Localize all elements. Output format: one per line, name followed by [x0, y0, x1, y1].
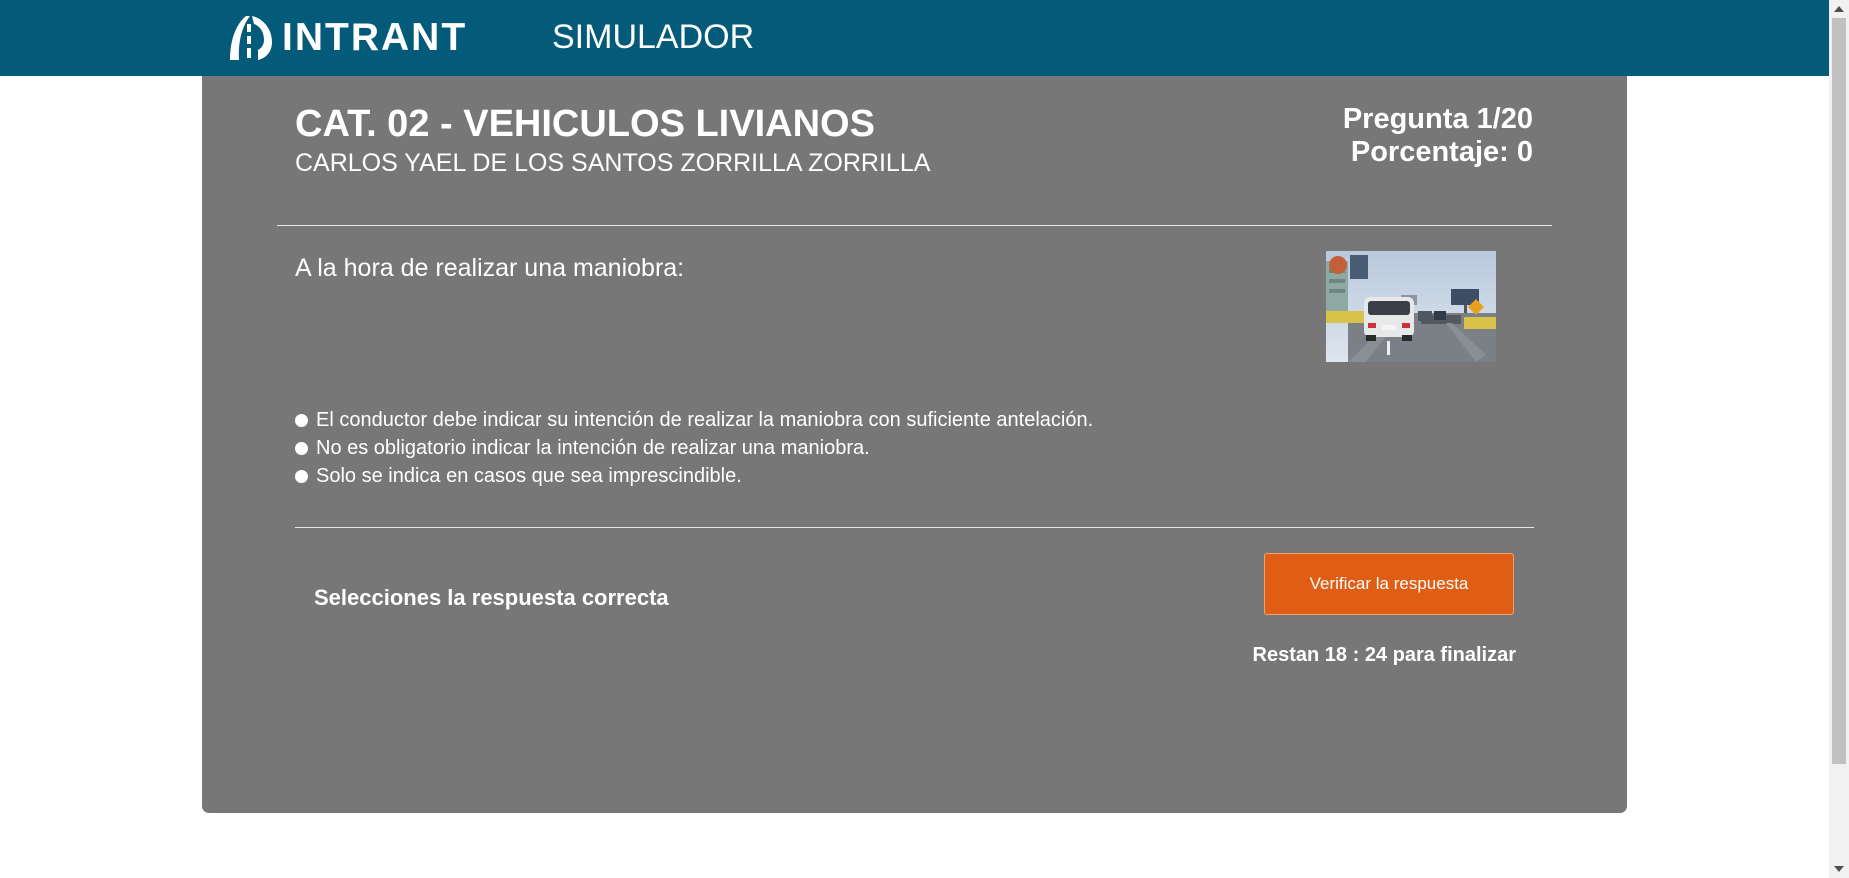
- instruction-text: Selecciones la respuesta correcta: [314, 585, 669, 610]
- radio-button[interactable]: [295, 441, 308, 455]
- question-counter: Pregunta 1/20: [1342, 103, 1533, 135]
- answer-option-label: Solo se indica en casos que sea impresci…: [316, 465, 742, 487]
- radio-button[interactable]: [295, 413, 308, 427]
- answer-option-label: No es obligatorio indicar la intención d…: [316, 437, 870, 459]
- question-image: [1326, 251, 1496, 362]
- intrant-logo[interactable]: INTRANT: [222, 10, 467, 66]
- scrollbar-thumb[interactable]: [1832, 18, 1846, 764]
- brand-name: INTRANT: [282, 16, 468, 59]
- scroll-up-arrow-icon[interactable]: [1834, 6, 1844, 12]
- top-navigation-bar: INTRANT SIMULADOR: [0, 0, 1829, 76]
- traffic-photo-icon: [1326, 251, 1496, 362]
- answer-option-3[interactable]: Solo se indica en casos que sea impresci…: [295, 462, 1093, 490]
- scroll-down-arrow-icon[interactable]: [1834, 866, 1844, 872]
- divider: [295, 527, 1534, 528]
- countdown-timer: Restan 18 : 24 para finalizar: [1252, 644, 1516, 666]
- nav-link-simulador[interactable]: SIMULADOR: [552, 17, 754, 57]
- answer-option-2[interactable]: No es obligatorio indicar la intención d…: [295, 434, 1093, 462]
- answer-options: El conductor debe indicar su intención d…: [295, 406, 1093, 490]
- progress-block: Pregunta 1/20 Porcentaje: 0: [1343, 103, 1533, 169]
- answer-option-1[interactable]: El conductor debe indicar su intención d…: [295, 406, 1093, 434]
- vertical-scrollbar[interactable]: [1829, 0, 1849, 878]
- exam-card: CAT. 02 - VEHICULOS LIVIANOS CARLOS YAEL…: [202, 76, 1627, 813]
- category-title: CAT. 02 - VEHICULOS LIVIANOS: [295, 103, 875, 145]
- radio-button[interactable]: [295, 469, 308, 483]
- percentage-score: Porcentaje: 0: [1350, 136, 1533, 168]
- answer-option-label: El conductor debe indicar su intención d…: [316, 409, 1094, 431]
- verify-answer-button[interactable]: Verificar la respuesta: [1264, 553, 1514, 615]
- divider: [277, 225, 1552, 226]
- question-text: A la hora de realizar una maniobra:: [295, 254, 685, 282]
- road-logo-icon: [230, 16, 272, 60]
- student-name: CARLOS YAEL DE LOS SANTOS ZORRILLA ZORRI…: [295, 149, 931, 177]
